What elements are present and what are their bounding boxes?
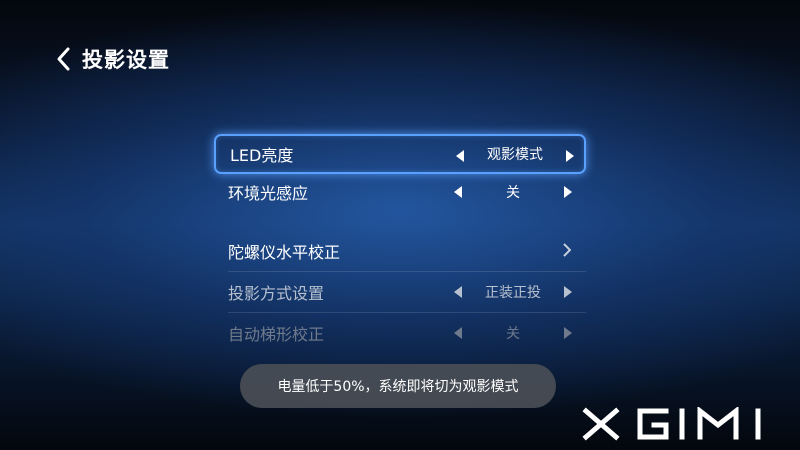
menu-item-ambient-light[interactable]: 环境光感应 关 — [214, 172, 586, 212]
menu-item-label: 投影方式设置 — [228, 284, 325, 303]
menu-item-label: 环境光感应 — [228, 184, 309, 203]
back-arrow-icon[interactable] — [56, 45, 72, 73]
menu-item-gyro-calibration[interactable]: 陀螺仪水平校正 — [214, 231, 586, 271]
arrow-left-icon[interactable] — [456, 150, 464, 162]
menu-item-value: 正装正投 — [485, 285, 541, 301]
arrow-right-icon[interactable] — [564, 286, 572, 298]
menu-item-value: 关 — [506, 326, 520, 342]
menu-item-auto-keystone[interactable]: 自动梯形校正 关 — [214, 313, 586, 353]
arrow-left-icon[interactable] — [454, 286, 462, 298]
page-title: 投影设置 — [82, 48, 170, 72]
menu-item-label: 陀螺仪水平校正 — [228, 243, 341, 262]
arrow-right-icon[interactable] — [564, 327, 572, 339]
header: 投影设置 — [56, 44, 170, 74]
menu-item-led-brightness[interactable]: LED亮度 观影模式 — [214, 134, 586, 174]
menu-item-value: 观影模式 — [487, 147, 543, 163]
menu-item-label: LED亮度 — [230, 146, 294, 165]
arrow-left-icon[interactable] — [454, 327, 462, 339]
arrow-left-icon[interactable] — [454, 186, 462, 198]
menu-item-projection-mode[interactable]: 投影方式设置 正装正投 — [214, 272, 586, 312]
arrow-right-icon[interactable] — [566, 150, 574, 162]
battery-toast: 电量低于50%，系统即将切为观影模式 — [240, 364, 556, 408]
toast-text: 电量低于50%，系统即将切为观影模式 — [277, 379, 519, 395]
arrow-right-icon[interactable] — [564, 186, 572, 198]
xgimi-logo — [582, 407, 761, 441]
menu-item-value: 关 — [506, 185, 520, 201]
chevron-right-icon — [563, 243, 571, 257]
menu-item-label: 自动梯形校正 — [228, 325, 325, 344]
